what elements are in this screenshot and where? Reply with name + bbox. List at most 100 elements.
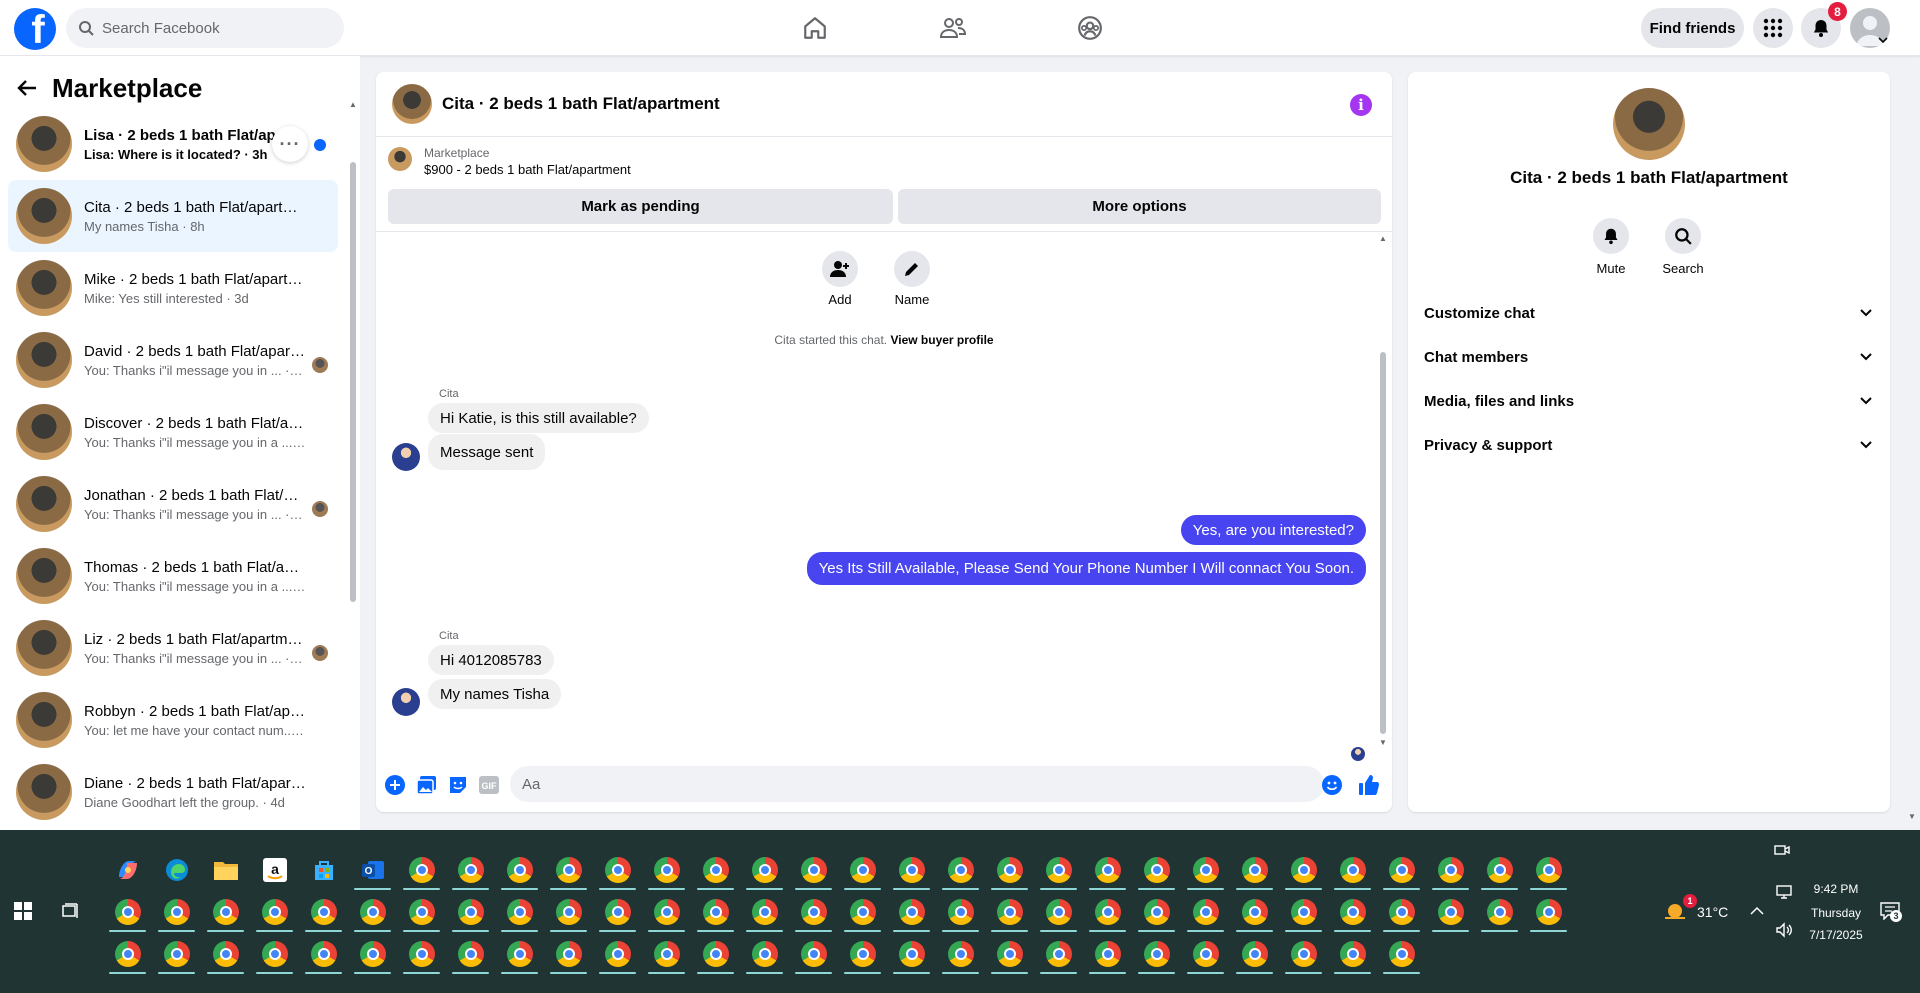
network-icon[interactable]: [1775, 884, 1793, 900]
chrome-window-taskbar-icon[interactable]: [691, 892, 740, 932]
chrome-window-taskbar-icon[interactable]: [887, 892, 936, 932]
chrome-window-taskbar-icon[interactable]: [1279, 850, 1328, 890]
scroll-up-arrow[interactable]: ▲: [1379, 234, 1387, 243]
chrome-window-taskbar-icon[interactable]: [838, 850, 887, 890]
gif-button[interactable]: GIF: [478, 774, 500, 796]
groups-tab[interactable]: [1070, 8, 1110, 48]
incoming-message[interactable]: My names Tisha: [428, 679, 562, 709]
chrome-window-taskbar-icon[interactable]: [1230, 934, 1279, 974]
chrome-window-taskbar-icon[interactable]: [936, 892, 985, 932]
chrome-window-taskbar-icon[interactable]: [936, 934, 985, 974]
temperature-text[interactable]: 31°C: [1697, 904, 1728, 920]
chrome-window-taskbar-icon[interactable]: [740, 892, 789, 932]
incoming-message[interactable]: Hi Katie, is this still available?: [428, 403, 649, 433]
notification-center-button[interactable]: 3: [1880, 902, 1902, 922]
chrome-window-taskbar-icon[interactable]: [446, 934, 495, 974]
chrome-window-taskbar-icon[interactable]: [544, 934, 593, 974]
chrome-window-taskbar-icon[interactable]: [1475, 850, 1524, 890]
chrome-window-taskbar-icon[interactable]: [985, 892, 1034, 932]
chrome-window-taskbar-icon[interactable]: [1083, 934, 1132, 974]
chrome-window-taskbar-icon[interactable]: [1328, 850, 1377, 890]
conversation-item[interactable]: Lisa · 2 beds 1 bath Flat/apartmentLisa:…: [8, 108, 338, 180]
chrome-window-taskbar-icon[interactable]: [1181, 934, 1230, 974]
chrome-window-taskbar-icon[interactable]: [887, 934, 936, 974]
chrome-window-taskbar-icon[interactable]: [250, 892, 299, 932]
more-options-button[interactable]: More options: [898, 189, 1381, 224]
clock-time[interactable]: 9:42 PM: [1806, 882, 1866, 896]
scroll-down-arrow[interactable]: ▼: [1908, 812, 1916, 821]
search-in-chat-button[interactable]: Search: [1653, 218, 1713, 276]
chrome-window-taskbar-icon[interactable]: [446, 892, 495, 932]
emoji-button[interactable]: [1321, 774, 1343, 796]
chrome-window-taskbar-icon[interactable]: [1230, 850, 1279, 890]
chrome-window-taskbar-icon[interactable]: [1230, 892, 1279, 932]
find-friends-button[interactable]: Find friends: [1641, 8, 1744, 48]
chrome-window-taskbar-icon[interactable]: [348, 934, 397, 974]
scroll-up-arrow[interactable]: ▲: [349, 100, 357, 109]
chrome-window-taskbar-icon[interactable]: [152, 934, 201, 974]
account-chevron-icon[interactable]: [1878, 36, 1888, 44]
menu-button[interactable]: [1753, 8, 1793, 48]
sender-avatar[interactable]: [392, 443, 420, 471]
search-input[interactable]: [102, 19, 322, 37]
chrome-window-taskbar-icon[interactable]: [397, 934, 446, 974]
chrome-window-taskbar-icon[interactable]: [495, 850, 544, 890]
chrome-window-taskbar-icon[interactable]: [397, 850, 446, 890]
chrome-window-taskbar-icon[interactable]: [642, 892, 691, 932]
chrome-window-taskbar-icon[interactable]: [1034, 850, 1083, 890]
conversation-item[interactable]: Robbyn · 2 beds 1 bath Flat/apartment You…: [8, 684, 338, 756]
chrome-window-taskbar-icon[interactable]: [1377, 892, 1426, 932]
chrome-window-taskbar-icon[interactable]: [544, 892, 593, 932]
chrome-window-taskbar-icon[interactable]: [1132, 934, 1181, 974]
chrome-window-taskbar-icon[interactable]: [593, 934, 642, 974]
chrome-window-taskbar-icon[interactable]: [1426, 850, 1475, 890]
conversation-item[interactable]: Discover · 2 beds 1 bath Flat/apartment Y…: [8, 396, 338, 468]
chrome-window-taskbar-icon[interactable]: [740, 934, 789, 974]
chrome-window-taskbar-icon[interactable]: [985, 850, 1034, 890]
chrome-window-taskbar-icon[interactable]: [593, 892, 642, 932]
chrome-window-taskbar-icon[interactable]: [1279, 892, 1328, 932]
media-files-links-section[interactable]: Media, files and links: [1416, 379, 1882, 423]
sidebar-scrollbar[interactable]: ▲ ▼: [349, 100, 357, 877]
conversation-item[interactable]: Jonathan · 2 beds 1 bath Flat/apartment Y…: [8, 468, 338, 540]
chrome-window-taskbar-icon[interactable]: [1328, 892, 1377, 932]
chrome-window-taskbar-icon[interactable]: [691, 934, 740, 974]
chrome-window-taskbar-icon[interactable]: [789, 934, 838, 974]
chrome-window-taskbar-icon[interactable]: [152, 892, 201, 932]
weather-widget[interactable]: 1: [1663, 894, 1697, 922]
chrome-window-taskbar-icon[interactable]: [1132, 850, 1181, 890]
amazon-taskbar-icon[interactable]: a: [250, 850, 299, 890]
attach-photo-button[interactable]: [416, 774, 438, 796]
clock-day[interactable]: Thursday: [1806, 906, 1866, 920]
like-button[interactable]: [1358, 774, 1380, 796]
meet-now-icon[interactable]: [1774, 842, 1790, 858]
chrome-window-taskbar-icon[interactable]: [1034, 892, 1083, 932]
chrome-window-taskbar-icon[interactable]: [348, 892, 397, 932]
conversation-item[interactable]: David · 2 beds 1 bath Flat/apartment You:…: [8, 324, 338, 396]
chrome-window-taskbar-icon[interactable]: [299, 892, 348, 932]
chrome-window-taskbar-icon[interactable]: [1181, 892, 1230, 932]
conversation-item[interactable]: Mike · 2 beds 1 bath Flat/apartment Mike:…: [8, 252, 338, 324]
chrome-window-taskbar-icon[interactable]: [446, 850, 495, 890]
search-box[interactable]: [66, 8, 344, 48]
mute-button[interactable]: Mute: [1581, 218, 1641, 276]
chat-scroll-thumb[interactable]: [1380, 352, 1386, 734]
outlook-taskbar-icon[interactable]: O: [348, 850, 397, 890]
chrome-window-taskbar-icon[interactable]: [1475, 892, 1524, 932]
chrome-window-taskbar-icon[interactable]: [642, 934, 691, 974]
page-scrollbar[interactable]: ▼: [1906, 100, 1918, 830]
chevron-up-icon[interactable]: [1750, 906, 1764, 916]
view-buyer-profile-link[interactable]: View buyer profile: [890, 333, 993, 347]
chrome-window-taskbar-icon[interactable]: [495, 892, 544, 932]
conversation-more-button[interactable]: ···: [272, 126, 308, 162]
chrome-window-taskbar-icon[interactable]: [495, 934, 544, 974]
notifications-button[interactable]: 8: [1801, 2, 1847, 48]
listing-thumbnail[interactable]: [388, 147, 412, 171]
chrome-window-taskbar-icon[interactable]: [936, 850, 985, 890]
scroll-down-arrow[interactable]: ▼: [1379, 738, 1387, 747]
chat-avatar[interactable]: [392, 84, 432, 124]
conversation-item-active[interactable]: Cita · 2 beds 1 bath Flat/apartment My na…: [8, 180, 338, 252]
chrome-window-taskbar-icon[interactable]: [1524, 850, 1573, 890]
mark-as-pending-button[interactable]: Mark as pending: [388, 189, 893, 224]
chrome-window-taskbar-icon[interactable]: [250, 934, 299, 974]
